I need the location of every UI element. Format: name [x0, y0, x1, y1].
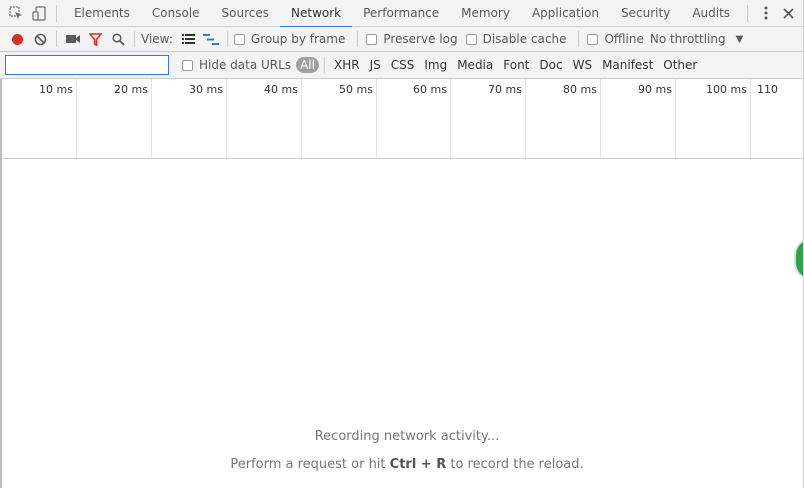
preserve-log-checkbox[interactable]: Preserve log — [366, 32, 458, 46]
timeline-tick: 50 ms — [302, 79, 377, 158]
requests-empty-area: Recording network activity... Perform a … — [0, 159, 804, 488]
tick-label: 20 ms — [114, 83, 148, 96]
timeline-overview[interactable]: 10 ms 20 ms 30 ms 40 ms 50 ms 60 ms 70 m… — [0, 79, 804, 159]
close-icon[interactable] — [777, 0, 800, 27]
tick-label: 50 ms — [339, 83, 373, 96]
tab-memory[interactable]: Memory — [450, 0, 521, 27]
chevron-down-icon[interactable]: ▼ — [736, 34, 744, 45]
toolbar-divider — [134, 31, 135, 47]
reload-shortcut: Ctrl + R — [389, 457, 447, 472]
tick-label: 10 ms — [39, 83, 73, 96]
toolbar-divider — [226, 31, 228, 47]
timeline-tick: 70 ms — [451, 79, 526, 158]
toolbar-divider — [747, 4, 748, 22]
disable-cache-label: Disable cache — [482, 32, 567, 46]
reload-hint-after: to record the reload. — [450, 457, 584, 472]
offline-checkbox[interactable]: Offline — [587, 32, 644, 46]
toolbar-divider — [357, 31, 359, 47]
tab-audits[interactable]: Audits — [681, 0, 741, 27]
toolbar-divider — [56, 31, 57, 47]
filter-type-manifest[interactable]: Manifest — [598, 57, 657, 73]
timeline-tick: 90 ms — [601, 79, 676, 158]
inspect-element-icon[interactable] — [4, 0, 27, 27]
tick-label: 80 ms — [563, 83, 597, 96]
preserve-log-label: Preserve log — [383, 32, 458, 46]
reload-hint: Perform a request or hit Ctrl + R to rec… — [0, 457, 804, 472]
tab-application[interactable]: Application — [521, 0, 610, 27]
toolbar-divider — [578, 31, 580, 47]
screenshot-icon[interactable] — [61, 27, 84, 52]
tick-label: 90 ms — [638, 83, 672, 96]
reload-hint-before: Perform a request or hit — [230, 457, 386, 472]
checkbox-box[interactable] — [233, 33, 245, 45]
tick-label: 30 ms — [189, 83, 223, 96]
checkbox-box[interactable] — [587, 33, 599, 45]
network-toolbar: View: Group by frame Preserve log Disabl… — [0, 27, 804, 52]
checkbox-box[interactable] — [366, 33, 378, 45]
tick-label: 100 ms — [706, 83, 747, 96]
filter-type-doc[interactable]: Doc — [535, 57, 566, 73]
tab-elements[interactable]: Elements — [63, 0, 141, 27]
timeline-tick: 30 ms — [152, 79, 227, 158]
offline-label: Offline — [604, 32, 644, 46]
timeline-tick: 80 ms — [526, 79, 601, 158]
more-vert-icon[interactable] — [754, 0, 777, 27]
filter-type-css[interactable]: CSS — [387, 57, 419, 73]
throttling-select[interactable]: No throttling — [650, 32, 726, 46]
filter-type-other[interactable]: Other — [659, 57, 701, 73]
clear-icon[interactable] — [29, 27, 52, 52]
disable-cache-checkbox[interactable]: Disable cache — [465, 32, 567, 46]
tab-sources[interactable]: Sources — [211, 0, 280, 27]
timeline-tick: 60 ms — [377, 79, 451, 158]
checkbox-box[interactable] — [182, 59, 193, 71]
filter-type-all[interactable]: All — [296, 57, 319, 73]
filter-icon[interactable] — [84, 27, 107, 52]
filter-type-ws[interactable]: WS — [569, 57, 596, 73]
hide-data-urls-checkbox[interactable]: Hide data URLs — [182, 58, 291, 72]
hide-data-urls-label: Hide data URLs — [199, 58, 292, 72]
devtools-tab-bar: Elements Console Sources Network Perform… — [0, 0, 804, 28]
filter-type-js[interactable]: JS — [366, 57, 385, 73]
filter-type-font[interactable]: Font — [499, 57, 533, 73]
filter-input[interactable] — [5, 55, 169, 75]
timeline-tick: 20 ms — [77, 79, 152, 158]
record-icon[interactable] — [6, 27, 29, 52]
list-view-icon[interactable] — [177, 27, 200, 52]
device-toggle-icon[interactable] — [27, 0, 50, 27]
toolbar-divider — [323, 57, 325, 73]
recording-message: Recording network activity... — [314, 429, 500, 444]
filter-type-img[interactable]: Img — [420, 57, 451, 73]
view-label: View: — [141, 32, 173, 46]
search-icon[interactable] — [107, 27, 130, 52]
tab-network[interactable]: Network — [280, 0, 353, 28]
tick-label: 110 — [757, 83, 778, 96]
waterfall-view-icon[interactable] — [200, 27, 223, 52]
filter-bar: Hide data URLs All XHR JS CSS Img Media … — [0, 52, 804, 79]
toolbar-divider — [56, 4, 57, 22]
tab-performance[interactable]: Performance — [352, 0, 450, 27]
timeline-tick: 10 ms — [2, 79, 77, 158]
timeline-tick: 40 ms — [227, 79, 302, 158]
group-by-frame-label: Group by frame — [250, 32, 346, 46]
tick-label: 70 ms — [488, 83, 522, 96]
checkbox-box[interactable] — [465, 33, 477, 45]
group-by-frame-checkbox[interactable]: Group by frame — [233, 32, 346, 46]
filter-type-media[interactable]: Media — [453, 57, 497, 73]
filter-type-xhr[interactable]: XHR — [330, 57, 364, 73]
timeline-tick: 100 ms — [676, 79, 751, 158]
tab-console[interactable]: Console — [141, 0, 211, 27]
tick-label: 40 ms — [264, 83, 298, 96]
tab-security[interactable]: Security — [610, 0, 681, 27]
tick-label: 60 ms — [413, 83, 447, 96]
